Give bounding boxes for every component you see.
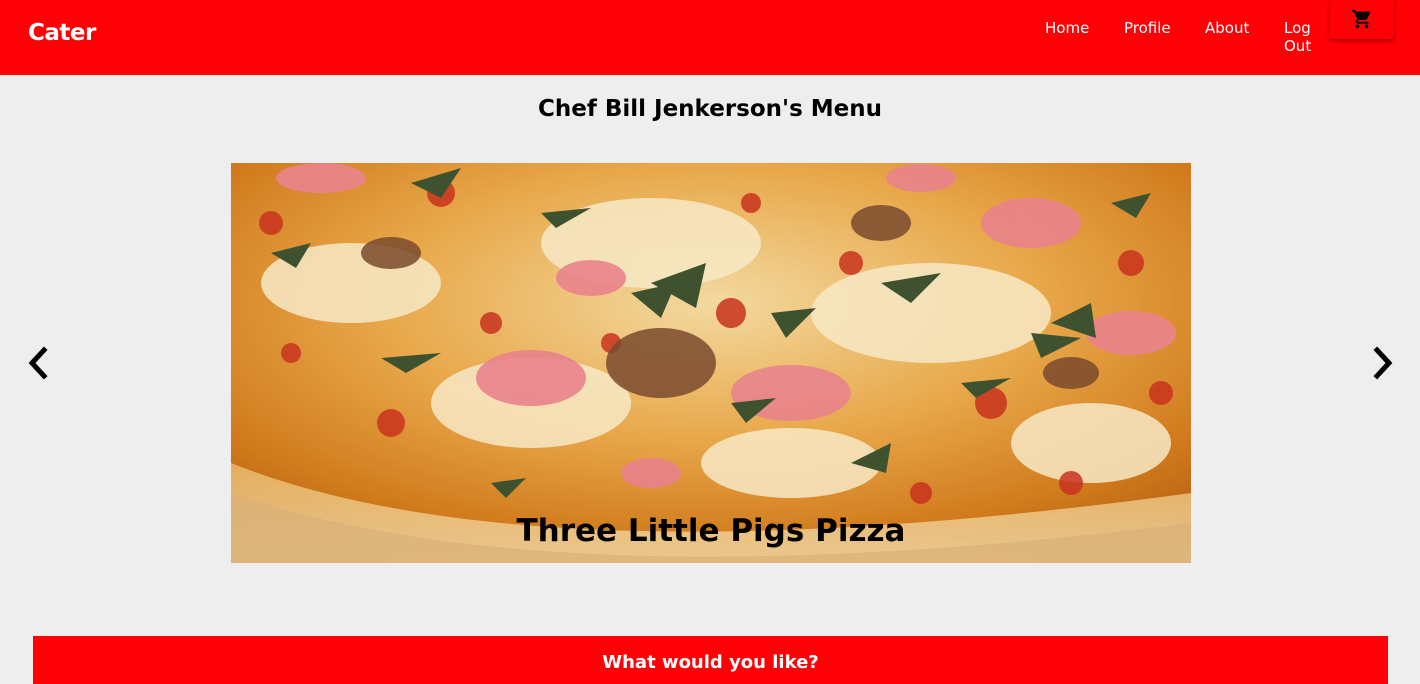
carousel-slide[interactable]: Three Little Pigs Pizza <box>231 163 1191 563</box>
carousel-next-button[interactable] <box>1370 345 1396 381</box>
shopping-cart-icon <box>1351 9 1371 28</box>
cart-button[interactable] <box>1330 0 1394 39</box>
menu-title: Chef Bill Jenkerson's Menu <box>537 96 883 122</box>
slide-caption: Three Little Pigs Pizza <box>516 513 906 549</box>
carousel-prev-button[interactable] <box>25 345 51 381</box>
brand-logo[interactable]: Cater <box>28 20 96 46</box>
chevron-right-icon <box>1373 346 1393 380</box>
top-navbar: Cater Home Profile About Log Out <box>0 0 1420 75</box>
pizza-image <box>231 163 1191 563</box>
nav-profile-link[interactable]: Profile <box>1124 19 1171 37</box>
nav-home-link[interactable]: Home <box>1045 19 1089 37</box>
order-prompt-label: What would you like? <box>602 652 819 673</box>
nav-about-link[interactable]: About <box>1205 19 1249 37</box>
nav-logout-link[interactable]: Log Out <box>1284 19 1318 55</box>
order-prompt-bar[interactable]: What would you like? <box>33 636 1388 684</box>
chevron-left-icon <box>28 346 48 380</box>
